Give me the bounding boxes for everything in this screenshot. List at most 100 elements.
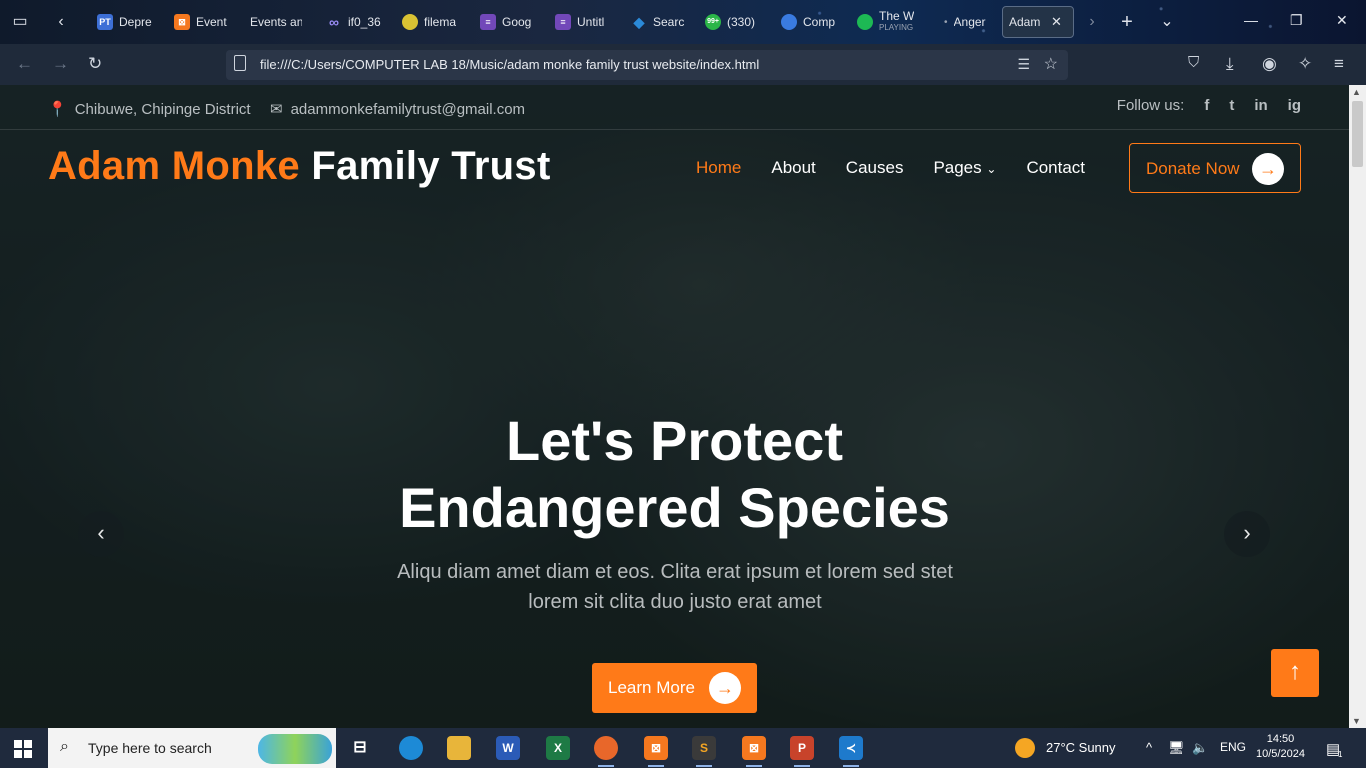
donate-now-button[interactable]: Donate Now → — [1129, 143, 1301, 193]
chat-icon — [781, 14, 797, 30]
spotify-icon — [857, 14, 873, 30]
browser-tab[interactable]: • Anger — [944, 6, 986, 38]
address-bar[interactable]: file:///C:/Users/COMPUTER LAB 18/Music/a… — [226, 50, 1068, 80]
taskbar-search[interactable]: ⌕ Type here to search — [48, 728, 336, 768]
map-pin-icon: 📍 — [48, 101, 67, 118]
show-hidden-icons[interactable]: ^ — [1146, 740, 1152, 755]
file-explorer-icon[interactable] — [447, 736, 471, 760]
windows-start-icon[interactable] — [14, 740, 32, 758]
weather-text[interactable]: 27°C Sunny — [1046, 740, 1116, 755]
new-tab-icon[interactable]: + — [1116, 11, 1138, 33]
location-info: 📍 Chibuwe, Chipinge District — [48, 100, 251, 119]
task-view-icon[interactable]: ⊟ — [348, 736, 372, 760]
browser-tab[interactable]: PT Depre — [97, 6, 152, 38]
whatsapp-icon: 99+ — [705, 14, 721, 30]
back-icon[interactable]: ← — [16, 54, 33, 74]
browser-tab[interactable]: ≡ Untitl — [555, 6, 604, 38]
language-indicator[interactable]: ENG — [1220, 740, 1246, 754]
scroll-down-icon[interactable]: ▼ — [1352, 716, 1361, 726]
facebook-icon[interactable]: f — [1204, 97, 1209, 114]
network-icon[interactable]: 🖥 — [1168, 740, 1185, 756]
browser-tab[interactable]: Events an — [250, 6, 302, 38]
bookmark-star-icon[interactable]: ☆ — [1044, 54, 1058, 74]
twitter-icon[interactable]: t — [1229, 97, 1234, 114]
tab-overview-icon[interactable]: ▭ — [9, 11, 31, 33]
clock[interactable]: 14:50 10/5/2024 — [1256, 732, 1305, 762]
reader-view-icon[interactable]: ☰ — [1017, 56, 1030, 73]
browser-tab-active[interactable]: Adam M ✕ — [1002, 6, 1074, 38]
hero-title: Let's Protect Endangered Species — [399, 409, 950, 539]
site-topbar: 📍 Chibuwe, Chipinge District ✉ adammonke… — [0, 85, 1349, 130]
list-tabs-icon[interactable]: ⌄ — [1156, 11, 1178, 33]
nav-home[interactable]: Home — [696, 158, 741, 178]
scroll-tabs-left-icon[interactable]: ‹ — [50, 11, 72, 33]
back-to-top-button[interactable]: ↑ — [1271, 649, 1319, 697]
minimize-icon[interactable]: — — [1244, 12, 1258, 28]
menu-icon[interactable]: ≡ — [1334, 54, 1344, 74]
chevron-down-icon: ⌄ — [986, 162, 997, 176]
browser-navigation-bar: ← → ↻ file:///C:/Users/COMPUTER LAB 18/M… — [0, 44, 1366, 85]
restore-icon[interactable]: ❐ — [1290, 12, 1303, 29]
browser-tab[interactable]: The W PLAYING — [857, 6, 914, 38]
reload-icon[interactable]: ↻ — [88, 54, 102, 74]
close-tab-icon[interactable]: ✕ — [1051, 14, 1062, 30]
extensions-icon[interactable]: ✧ — [1298, 54, 1312, 74]
firefox-icon[interactable] — [594, 736, 618, 767]
powerpoint-icon[interactable]: P — [790, 736, 814, 767]
browser-tab[interactable]: Comp — [781, 6, 835, 38]
vscode-icon[interactable]: ≺ — [839, 736, 863, 767]
xampp-icon[interactable]: ⊠ — [644, 736, 668, 767]
learn-more-button[interactable]: Learn More → — [592, 663, 757, 713]
sun-weather-icon[interactable] — [1015, 738, 1035, 758]
page-viewport: 📍 Chibuwe, Chipinge District ✉ adammonke… — [0, 85, 1349, 728]
account-icon[interactable]: ◉ — [1262, 54, 1277, 74]
word-icon[interactable]: W — [496, 736, 520, 760]
browser-tab[interactable]: 99+ (330) — [705, 6, 755, 38]
envelope-icon: ✉ — [270, 101, 283, 118]
downloads-icon[interactable]: ⤓ — [1226, 54, 1234, 74]
social-links: Follow us: f t in ig — [1117, 97, 1301, 114]
browser-tab[interactable]: ◆ Searc — [631, 6, 685, 38]
search-icon: ⌕ — [60, 738, 69, 755]
main-menu: Home About Causes Pages ⌄ Contact — [696, 158, 1085, 178]
browser-tab[interactable]: ≡ Goog — [480, 6, 531, 38]
xampp-icon[interactable]: ⊠ — [742, 736, 766, 767]
browser-tab[interactable]: filema — [402, 6, 456, 38]
close-window-icon[interactable]: ✕ — [1336, 12, 1348, 29]
nav-pages[interactable]: Pages ⌄ — [933, 158, 996, 178]
scrollbar-thumb[interactable] — [1352, 101, 1363, 167]
scroll-up-icon[interactable]: ▲ — [1352, 87, 1361, 97]
sublime-text-icon[interactable]: S — [692, 736, 716, 767]
instagram-icon[interactable]: ig — [1288, 97, 1301, 114]
linkedin-icon[interactable]: in — [1254, 97, 1267, 114]
browser-tab-strip: ▭ ‹ PT Depre ⊠ Event Events an ∞ if0_36 … — [0, 0, 1366, 44]
nav-causes[interactable]: Causes — [846, 158, 904, 178]
pt-icon: PT — [97, 14, 113, 30]
excel-icon[interactable]: X — [546, 736, 570, 760]
drupal-icon: ◆ — [633, 14, 645, 30]
volume-icon[interactable]: 🔈 — [1192, 740, 1208, 756]
hero-subtitle: Aliqu diam amet diam et eos. Clita erat … — [397, 561, 953, 613]
edge-icon[interactable] — [399, 736, 423, 760]
url-text[interactable]: file:///C:/Users/COMPUTER LAB 18/Music/a… — [260, 57, 759, 72]
browser-tab[interactable]: ∞ if0_36 — [326, 6, 381, 38]
nav-about[interactable]: About — [771, 158, 815, 178]
browser-tab[interactable]: ⊠ Event — [174, 6, 227, 38]
page-icon — [234, 55, 246, 71]
forward-icon[interactable]: → — [52, 54, 69, 74]
follow-label: Follow us: — [1116, 97, 1185, 114]
search-highlight-image — [258, 734, 332, 764]
site-brand[interactable]: Adam Monke Family Trust — [48, 144, 551, 189]
pocket-icon[interactable]: ⛉ — [1188, 54, 1199, 71]
xampp-icon: ⊠ — [174, 14, 190, 30]
email-info: ✉ adammonkefamilytrust@gmail.com — [270, 100, 526, 119]
dot-icon: • — [944, 16, 948, 28]
scroll-tabs-right-icon[interactable]: › — [1081, 11, 1103, 33]
infinity-icon: ∞ — [329, 14, 339, 30]
arrow-right-icon: → — [1252, 153, 1284, 185]
vertical-scrollbar[interactable]: ▲ ▼ — [1349, 85, 1366, 728]
notification-count: 1 — [1338, 750, 1343, 759]
filemanager-icon — [402, 14, 418, 30]
arrow-right-icon: → — [709, 672, 741, 704]
nav-contact[interactable]: Contact — [1026, 158, 1085, 178]
